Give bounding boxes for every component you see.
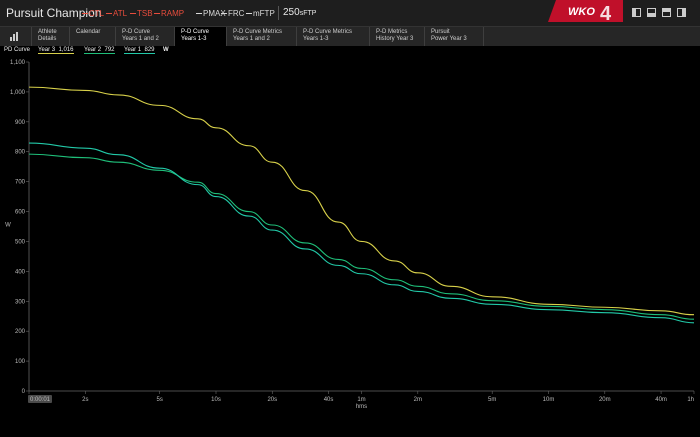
tab-charts-icon[interactable] (0, 27, 32, 46)
top-bar: Pursuit Champion CTL ATL TSB RAMP PMAX FRC mFT… (0, 0, 700, 26)
chart-legend-bar: PD Curve Year 3 1,016 Year 2 792 Year 1 … (0, 45, 700, 57)
sftp-value: 250 (283, 7, 300, 18)
tab-p-d-curve-years-1-3[interactable]: P-D Curve Years 1-3 (175, 27, 227, 46)
y-tick-label: 200 (15, 329, 26, 335)
line-swatch-icon (130, 13, 136, 15)
bar-chart-icon (10, 32, 18, 41)
tab-label-line2: Power Year 3 (431, 36, 467, 42)
x-tick-label: 20m (599, 397, 611, 403)
metric-label: TSB (137, 9, 153, 18)
y-tick-label: 300 (15, 299, 26, 305)
tab-label-line1: P-D Curve (181, 29, 210, 35)
metric-toggle-ramp[interactable]: RAMP (154, 9, 184, 18)
metric-label: CTL (89, 9, 105, 18)
window-layout-icon[interactable] (662, 8, 671, 17)
legend-year-1[interactable]: Year 1 829 (124, 47, 155, 54)
wko4-logo: WKO 4 (548, 0, 623, 22)
tab-label-line1: P-D Metrics (376, 29, 408, 35)
line-swatch-icon (196, 13, 202, 15)
chart-panel-title: PD Curve (4, 47, 31, 53)
toolbar-divider (278, 6, 279, 20)
split-layout-icon[interactable] (647, 8, 656, 17)
x-tick-label: 20s (267, 397, 277, 403)
sftp-readout[interactable]: 250sFTP (283, 7, 316, 18)
y-tick-label: 800 (15, 150, 26, 156)
y-tick-label: 1,000 (10, 90, 26, 96)
tab-strip: Athlete Details Calendar P-D Curve Years 1 a… (0, 26, 700, 46)
metric-toggle-mftp[interactable]: mFTP (246, 9, 275, 18)
y-tick-label: 0 (22, 389, 26, 395)
y-tick-label: 500 (15, 239, 26, 245)
line-swatch-icon (106, 13, 112, 15)
tab-label-line2: Details (38, 36, 57, 42)
metric-label: FRC (228, 9, 245, 18)
x-tick-label: 1m (357, 397, 365, 403)
sidebar-layout-icon[interactable] (632, 8, 641, 17)
tab-label-line2: Years 1 and 2 (233, 36, 270, 42)
tab-athlete-details[interactable]: Athlete Details (32, 27, 70, 46)
x-tick-label: 5s (157, 397, 163, 403)
x-tick-label: 10s (211, 397, 221, 403)
logo-version: 4 (600, 3, 612, 22)
tab-label-line2: Years 1-3 (181, 36, 207, 42)
tab-pursuit-power-year-3[interactable]: Pursuit Power Year 3 (425, 27, 484, 46)
tab-p-d-curve-years-1-and-2[interactable]: P-D Curve Years 1 and 2 (116, 27, 175, 46)
legend-year-3[interactable]: Year 3 1,016 (38, 47, 74, 54)
line-swatch-icon (221, 13, 227, 15)
x-axis-label: hms (356, 404, 367, 410)
sftp-unit: sFTP (299, 10, 317, 17)
panel-layout-icon[interactable] (677, 8, 686, 17)
x-tick-label: 0:00:01 (30, 397, 51, 403)
x-tick-label: 5m (488, 397, 496, 403)
tab-label-line1: Athlete (38, 29, 57, 35)
x-tick-label: 1h (687, 397, 694, 403)
y-axis-label: W (5, 223, 11, 229)
x-tick-label: 10m (543, 397, 555, 403)
x-tick-label: 2s (82, 397, 88, 403)
pd-curve-chart[interactable]: 0 100 200 300 400 500 600 700 800 900 1,000 1,100 W 0… (0, 57, 700, 437)
y-tick-label: 100 (15, 359, 26, 365)
tab-label-line1: P-D Curve (122, 29, 151, 35)
metric-label: ATL (113, 9, 128, 18)
x-tick-label: 2m (414, 397, 422, 403)
tab-label-line2: Years 1-3 (303, 36, 329, 42)
tab-label-line1: P-D Curve Metrics (233, 29, 283, 35)
y-tick-label: 700 (15, 180, 26, 186)
metric-label: mFTP (253, 9, 275, 18)
tab-label-line2: Years 1 and 2 (122, 36, 159, 42)
tab-label-line1: Pursuit (431, 29, 450, 35)
y-tick-label: 1,100 (10, 60, 26, 66)
y-tick-label: 400 (15, 269, 26, 275)
x-tick-label: 40s (324, 397, 334, 403)
x-tick-label: 40m (655, 397, 667, 403)
tab-p-d-curve-metrics-years-1-and-2[interactable]: P-D Curve Metrics Years 1 and 2 (227, 27, 297, 46)
series-line-year-3[interactable] (28, 86, 695, 316)
series-line-year-1[interactable] (28, 142, 695, 324)
metric-label: RAMP (161, 9, 185, 18)
tab-label-line1: P-D Curve Metrics (303, 29, 353, 35)
line-swatch-icon (82, 13, 88, 15)
metric-toggle-tsb[interactable]: TSB (130, 9, 153, 18)
metric-toggle-ctl[interactable]: CTL (82, 9, 104, 18)
tab-label-line1: Calendar (76, 29, 101, 35)
metric-toggle-atl[interactable]: ATL (106, 9, 127, 18)
metric-toggle-frc[interactable]: FRC (221, 9, 244, 18)
legend-year-2[interactable]: Year 2 792 (84, 47, 115, 54)
tab-p-d-curve-metrics-years-1-3[interactable]: P-D Curve Metrics Years 1-3 (297, 27, 370, 46)
line-swatch-icon (246, 13, 252, 15)
logo-text: WKO (568, 6, 595, 18)
series-line-year-2[interactable] (28, 153, 695, 320)
y-tick-label: 600 (15, 210, 26, 216)
legend-unit: W (163, 47, 169, 53)
y-tick-label: 900 (15, 120, 26, 126)
tab-p-d-metrics-history-year-3[interactable]: P-D Metrics History Year 3 (370, 27, 425, 46)
line-swatch-icon (154, 13, 160, 15)
tab-label-line2: History Year 3 (376, 36, 414, 42)
tab-calendar[interactable]: Calendar (70, 27, 116, 46)
